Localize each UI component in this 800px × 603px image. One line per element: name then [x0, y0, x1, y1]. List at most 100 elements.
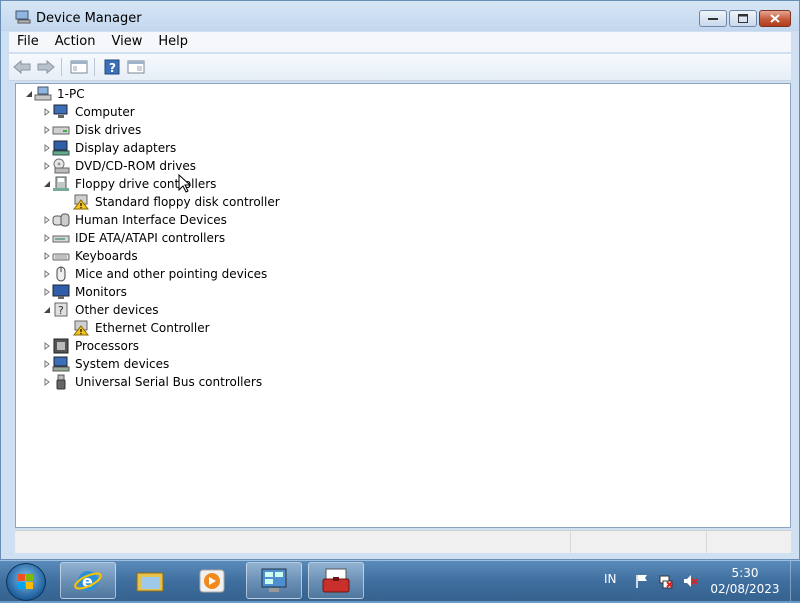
- keyboard-icon: [52, 248, 70, 264]
- tree-item-mice-and-other-pointing-devices[interactable]: Mice and other pointing devices: [42, 265, 267, 283]
- taskbar-device-manager[interactable]: [308, 562, 364, 599]
- tree-item-monitors[interactable]: Monitors: [42, 283, 127, 301]
- minimize-icon: [708, 17, 718, 20]
- internet-explorer-icon: e: [74, 570, 102, 591]
- language-indicator[interactable]: IN: [604, 572, 617, 586]
- tree-root[interactable]: 1-PC: [24, 85, 85, 103]
- floppy-controller-icon: [52, 176, 70, 192]
- maximize-button[interactable]: [729, 10, 757, 27]
- show-hide-console-tree-button[interactable]: [68, 57, 90, 77]
- tree-item-processors[interactable]: Processors: [42, 337, 139, 355]
- disk-drive-icon: [52, 122, 70, 138]
- show-desktop-button[interactable]: [790, 561, 800, 601]
- system-clock[interactable]: 5:30 02/08/2023: [710, 565, 780, 597]
- expand-arrow-icon[interactable]: [42, 287, 52, 297]
- menu-help[interactable]: Help: [150, 32, 196, 52]
- toolbar-separator: [61, 58, 62, 76]
- maximize-icon: [738, 14, 748, 23]
- tree-item-computer[interactable]: Computer: [42, 103, 135, 121]
- expand-arrow-icon[interactable]: [42, 161, 52, 171]
- taskbar-internet-explorer[interactable]: e: [60, 562, 116, 599]
- tree-item-keyboards[interactable]: Keyboards: [42, 247, 138, 265]
- display-adapter-icon: [52, 140, 70, 156]
- tree-item-universal-serial-bus-controllers[interactable]: Universal Serial Bus controllers: [42, 373, 262, 391]
- status-pane-main: [15, 531, 571, 553]
- tree-item-ethernet-controller[interactable]: Ethernet Controller: [72, 319, 210, 337]
- close-button[interactable]: [759, 10, 791, 27]
- usb-icon: [52, 374, 70, 390]
- forward-arrow-icon: [37, 60, 55, 74]
- collapse-arrow-icon[interactable]: [42, 305, 52, 315]
- tree-item-label: Computer: [75, 105, 135, 119]
- tree-item-display-adapters[interactable]: Display adapters: [42, 139, 176, 157]
- expand-arrow-icon[interactable]: [42, 215, 52, 225]
- system-devices-icon: [52, 356, 70, 372]
- back-arrow-icon: [13, 60, 31, 74]
- action-pane-icon: [127, 60, 145, 74]
- action-center-flag-icon[interactable]: [634, 573, 650, 589]
- expand-arrow-icon[interactable]: [42, 359, 52, 369]
- collapse-arrow-icon[interactable]: [42, 179, 52, 189]
- mouse-icon: [52, 266, 70, 282]
- taskbar-windows-explorer[interactable]: [122, 562, 178, 599]
- expand-arrow-icon[interactable]: [42, 377, 52, 387]
- device-manager-window: Device Manager File Action View Help ? 1…: [0, 0, 800, 560]
- tree-item-label: Other devices: [75, 303, 159, 317]
- tree-item-label: Universal Serial Bus controllers: [75, 375, 263, 389]
- tree-item-label: System devices: [75, 357, 170, 371]
- help-button[interactable]: ?: [101, 57, 123, 77]
- toolbar: ?: [9, 54, 791, 81]
- tree-item-system-devices[interactable]: System devices: [42, 355, 169, 373]
- status-pane-2: [571, 531, 707, 553]
- clock-time: 5:30: [731, 566, 759, 580]
- expand-arrow-icon[interactable]: [42, 341, 52, 351]
- menu-file[interactable]: File: [9, 32, 47, 52]
- clock-date: 02/08/2023: [710, 582, 780, 596]
- menu-view[interactable]: View: [103, 32, 150, 52]
- close-icon: [770, 14, 780, 23]
- tree-root-label: 1-PC: [57, 87, 85, 101]
- expand-arrow-icon[interactable]: [42, 125, 52, 135]
- taskbar-control-panel[interactable]: [246, 562, 302, 599]
- taskbar-media-player[interactable]: [184, 562, 240, 599]
- tree-item-human-interface-devices[interactable]: Human Interface Devices: [42, 211, 227, 229]
- tree-item-dvd-cd-rom-drives[interactable]: DVD/CD-ROM drives: [42, 157, 196, 175]
- volume-muted-icon[interactable]: [682, 573, 698, 589]
- expand-arrow-icon[interactable]: [42, 251, 52, 261]
- expand-arrow-icon[interactable]: [42, 233, 52, 243]
- toolbar-separator: [94, 58, 95, 76]
- window-title: Device Manager: [36, 11, 142, 26]
- expand-arrow-icon[interactable]: [42, 143, 52, 153]
- windows-logo-icon: [18, 574, 33, 589]
- computer-icon: [52, 104, 70, 120]
- status-bar: [15, 530, 791, 553]
- network-disconnected-icon[interactable]: [658, 573, 674, 589]
- tree-item-other-devices[interactable]: ? Other devices: [42, 301, 159, 319]
- processor-icon: [52, 338, 70, 354]
- computer-root-icon: [34, 86, 52, 102]
- collapse-arrow-icon[interactable]: [24, 89, 34, 99]
- device-manager-icon: [15, 10, 31, 24]
- menu-action[interactable]: Action: [47, 32, 104, 52]
- tree-item-disk-drives[interactable]: Disk drives: [42, 121, 141, 139]
- tree-item-label: Monitors: [75, 285, 127, 299]
- control-panel-icon: [261, 568, 287, 592]
- svg-text:?: ?: [58, 304, 64, 317]
- expand-arrow-icon[interactable]: [42, 107, 52, 117]
- start-button[interactable]: [6, 563, 46, 601]
- tree-item-ide-ata-atapi-controllers[interactable]: IDE ATA/ATAPI controllers: [42, 229, 225, 247]
- other-devices-icon: ?: [52, 302, 70, 318]
- back-button[interactable]: [11, 57, 33, 77]
- console-tree-icon: [70, 60, 88, 74]
- dvd-drive-icon: [52, 158, 70, 174]
- tree-item-label: Processors: [75, 339, 140, 353]
- show-action-pane-button[interactable]: [125, 57, 147, 77]
- expand-arrow-icon[interactable]: [42, 269, 52, 279]
- minimize-button[interactable]: [699, 10, 727, 27]
- help-icon: ?: [104, 59, 120, 75]
- status-pane-3: [707, 531, 789, 553]
- tree-item-label: Keyboards: [75, 249, 138, 263]
- title-bar[interactable]: Device Manager: [1, 1, 799, 31]
- forward-button[interactable]: [35, 57, 57, 77]
- tree-item-standard-floppy-disk-controller[interactable]: Standard floppy disk controller: [72, 193, 280, 211]
